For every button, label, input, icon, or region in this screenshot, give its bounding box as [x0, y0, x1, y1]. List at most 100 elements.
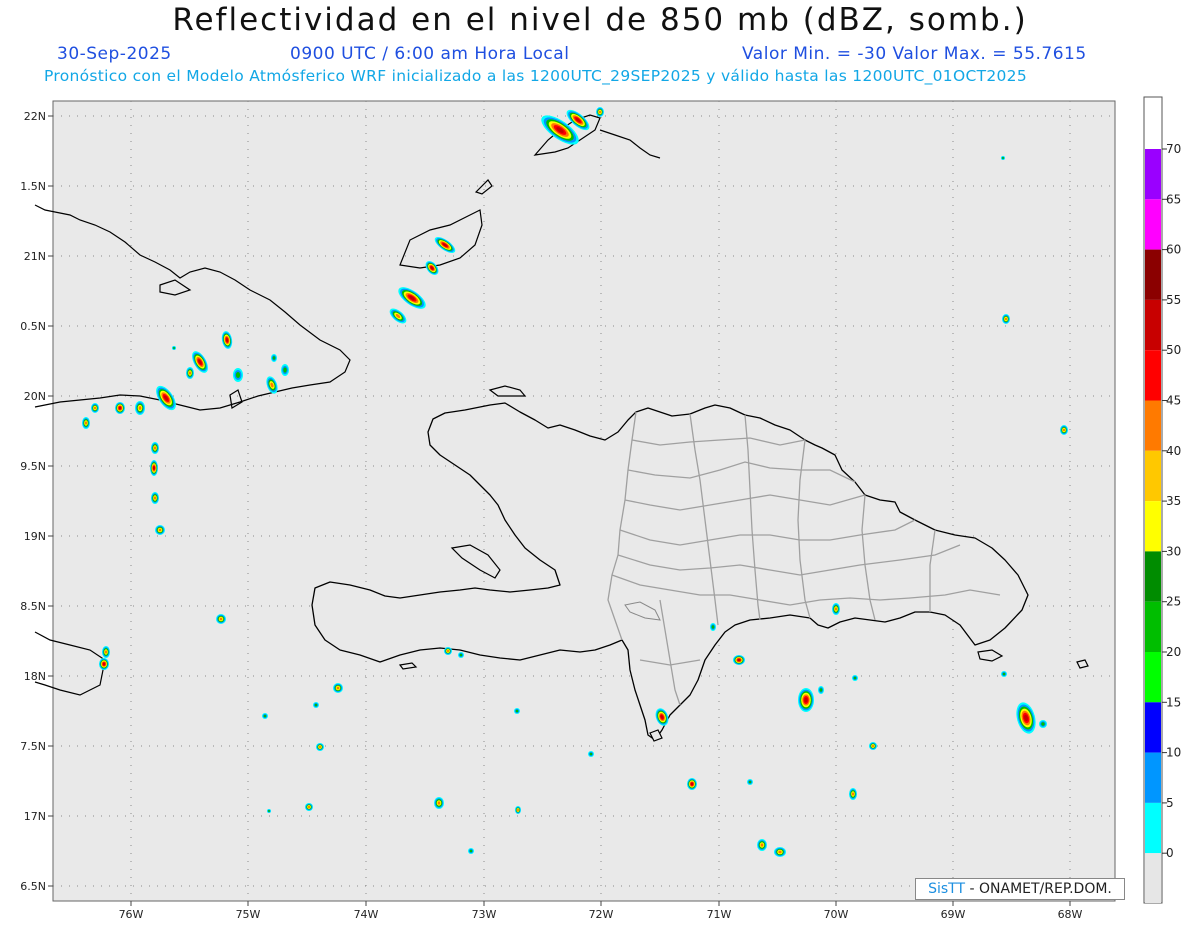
- echo-cell: [774, 847, 786, 857]
- echo-cell: [102, 646, 110, 658]
- colorbar: 7065605550454035302520151050: [1145, 142, 1181, 903]
- echo-cell: [588, 751, 594, 757]
- echo-cell: [1060, 425, 1068, 435]
- reflectivity-map: 76W 75W 74W 73W 72W 71W 70W 69W 68W 22N 1.5N 21N 0.…: [20, 96, 1181, 921]
- echo-cell: [818, 686, 824, 694]
- colorbar-label: 45: [1166, 394, 1181, 408]
- lat-tick-label: 9.5N: [20, 460, 46, 473]
- colorbar-swatch: [1145, 299, 1161, 351]
- lat-tick-label: 7.5N: [20, 740, 46, 753]
- echo-cell: [233, 368, 243, 382]
- colorbar-swatch: [1145, 450, 1161, 502]
- echo-cell: [869, 742, 877, 750]
- echo-cell: [710, 623, 716, 631]
- colorbar-swatch: [1145, 702, 1161, 753]
- lat-tick-label: 19N: [24, 530, 46, 543]
- echo-cell: [434, 797, 444, 809]
- echo-cell: [747, 779, 753, 785]
- colorbar-label: 0: [1166, 846, 1174, 860]
- credit-box: SisTT - ONAMET/REP.DOM.: [915, 878, 1125, 900]
- colorbar-label: 15: [1166, 695, 1181, 709]
- latitude-axis: 22N 1.5N 21N 0.5N 20N 9.5N 19N 8.5N 18N 7.5N 17N 6.…: [20, 110, 53, 893]
- lat-tick-label: 0.5N: [20, 320, 46, 333]
- echo-cell: [313, 702, 319, 708]
- echo-cell: [186, 367, 194, 379]
- colorbar-label: 65: [1166, 192, 1181, 206]
- echo-cell: [444, 647, 452, 655]
- credit-text: - ONAMET/REP.DOM.: [965, 881, 1112, 897]
- echo-cell: [1001, 671, 1007, 677]
- lon-tick-label: 69W: [941, 908, 966, 921]
- echo-cell: [155, 525, 165, 535]
- colorbar-swatch: [1145, 249, 1161, 300]
- lat-tick-label: 20N: [24, 390, 46, 403]
- echo-cell: [1002, 314, 1010, 324]
- echo-cell: [151, 442, 159, 454]
- colorbar-label: 10: [1166, 746, 1181, 760]
- echo-cell: [172, 346, 176, 350]
- lon-tick-label: 73W: [472, 908, 497, 921]
- lon-tick-label: 71W: [707, 908, 732, 921]
- colorbar-swatch: [1145, 350, 1161, 401]
- longitude-axis: 76W 75W 74W 73W 72W 71W 70W 69W 68W: [119, 901, 1083, 921]
- colorbar-swatch: [1145, 400, 1161, 451]
- lon-tick-label: 70W: [824, 908, 849, 921]
- colorbar-label: 50: [1166, 343, 1181, 357]
- lat-tick-label: 6.5N: [20, 880, 46, 893]
- echo-cell: [832, 603, 840, 615]
- echo-cell: [151, 492, 159, 504]
- lat-tick-label: 17N: [24, 810, 46, 823]
- echo-cell: [115, 402, 125, 414]
- colorbar-swatch: [1145, 601, 1161, 652]
- colorbar-label: 55: [1166, 293, 1181, 307]
- echo-cell: [458, 652, 464, 658]
- echo-cell: [733, 655, 745, 665]
- echo-cell: [267, 809, 271, 813]
- echo-cell: [305, 803, 313, 811]
- echo-cell: [514, 708, 520, 714]
- colorbar-swatch: [1145, 802, 1161, 854]
- colorbar-swatch: [1145, 199, 1161, 250]
- colorbar-label: 20: [1166, 645, 1181, 659]
- echo-cell: [216, 614, 226, 624]
- lon-tick-label: 74W: [354, 908, 379, 921]
- echo-cell: [262, 713, 268, 719]
- lat-tick-label: 18N: [24, 670, 46, 683]
- sistt-logo: SisTT: [928, 881, 966, 897]
- echo-cell: [798, 688, 814, 712]
- echo-cell: [596, 107, 604, 117]
- colorbar-label: 5: [1166, 796, 1174, 810]
- echo-cell: [333, 683, 343, 693]
- echo-cell: [135, 401, 145, 415]
- echo-cell: [1039, 720, 1047, 728]
- lon-tick-label: 75W: [236, 908, 261, 921]
- colorbar-label: 40: [1166, 444, 1181, 458]
- echo-cell: [757, 839, 767, 851]
- colorbar-swatch: [1145, 149, 1161, 200]
- colorbar-swatch: [1145, 551, 1161, 602]
- echo-cell: [150, 460, 158, 476]
- colorbar-swatch: [1145, 652, 1161, 703]
- colorbar-label: 25: [1166, 595, 1181, 609]
- lat-tick-label: 21N: [24, 250, 46, 263]
- colorbar-label: 30: [1166, 544, 1181, 558]
- lon-tick-label: 68W: [1058, 908, 1083, 921]
- colorbar-swatch: [1145, 853, 1161, 903]
- lat-tick-label: 1.5N: [20, 180, 46, 193]
- echo-cell: [515, 806, 521, 814]
- lat-tick-label: 8.5N: [20, 600, 46, 613]
- colorbar-swatch: [1145, 752, 1161, 803]
- colorbar-swatch: [1145, 501, 1161, 552]
- echo-cell: [271, 354, 277, 362]
- echo-cell: [849, 788, 857, 800]
- echo-cell: [1001, 156, 1005, 160]
- echo-cell: [687, 778, 697, 790]
- lon-tick-label: 76W: [119, 908, 144, 921]
- echo-cell: [281, 364, 289, 376]
- lat-tick-label: 22N: [24, 110, 46, 123]
- colorbar-label: 70: [1166, 142, 1181, 156]
- echo-cell: [91, 403, 99, 413]
- echo-cell: [468, 848, 474, 854]
- echo-cell: [99, 658, 109, 670]
- echo-cell: [852, 675, 858, 681]
